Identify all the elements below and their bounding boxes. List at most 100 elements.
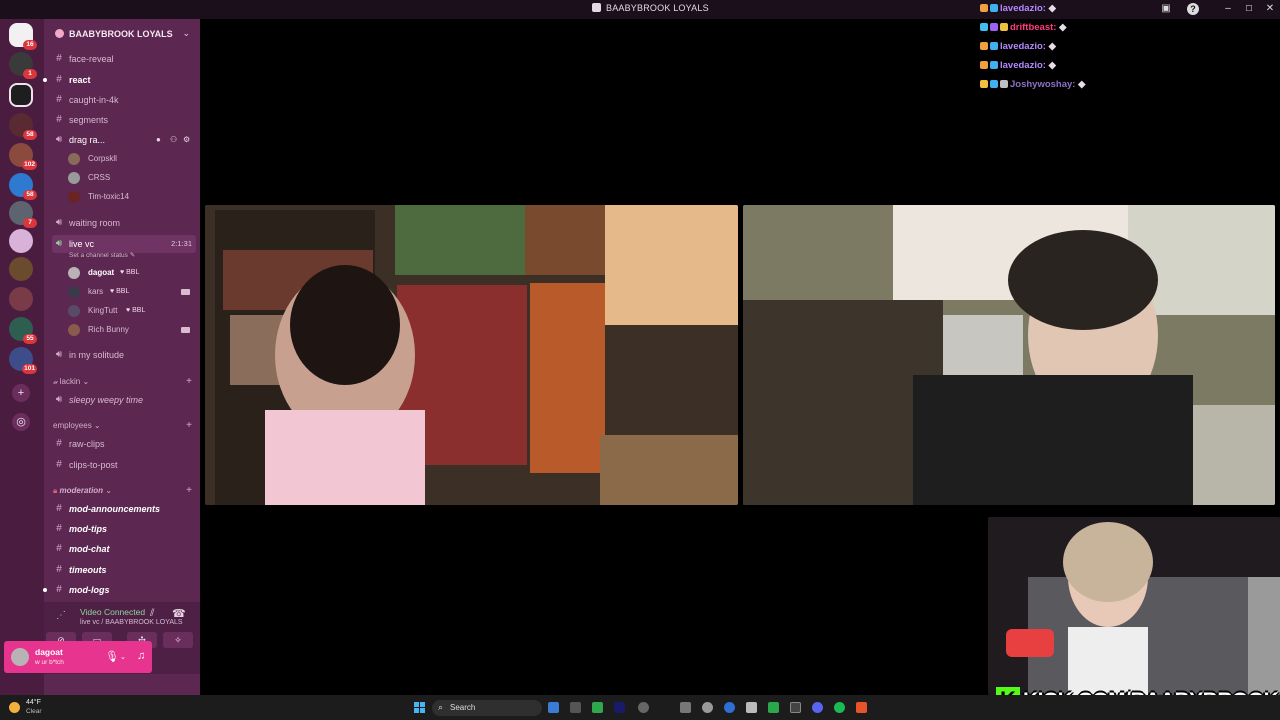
- badge-icon: [1000, 23, 1008, 31]
- user-panel: dagoat w ur b*tch 🎙︎ ⌄ ♫: [4, 641, 152, 673]
- discover-icon[interactable]: ◎: [12, 413, 30, 431]
- voice-user-name: kars: [88, 287, 104, 296]
- role-tag-text: BBL: [132, 307, 146, 314]
- avatar: [68, 172, 80, 184]
- server-icon[interactable]: [9, 229, 33, 253]
- app-icon[interactable]: [614, 702, 625, 713]
- emote-icon: ◆: [1048, 3, 1056, 14]
- unread-indicator: [43, 78, 47, 82]
- app-icon[interactable]: [790, 702, 801, 713]
- server-icon[interactable]: 55: [9, 317, 37, 344]
- chevron-down-icon[interactable]: ⌄: [120, 653, 126, 661]
- channel-mod-tips[interactable]: # mod-tips: [52, 520, 196, 538]
- direct-messages-icon[interactable]: 16: [9, 23, 37, 50]
- app-icon[interactable]: [768, 702, 779, 713]
- channel-timeouts[interactable]: # timeouts: [52, 561, 196, 579]
- server-icon[interactable]: [9, 287, 33, 311]
- discord-icon[interactable]: [812, 702, 823, 713]
- add-server-icon[interactable]: +: [12, 384, 30, 402]
- disconnect-icon[interactable]: ☎: [172, 607, 186, 620]
- channel-face-reveal[interactable]: # face-reveal: [52, 50, 196, 68]
- video-tile-participant[interactable]: [743, 205, 1275, 505]
- weather-icon[interactable]: [9, 702, 20, 713]
- connection-location[interactable]: live vc / BAABYBROOK LOYALS: [80, 619, 183, 626]
- server-icon[interactable]: 7: [9, 201, 37, 228]
- gear-icon[interactable]: ⚙: [183, 131, 190, 149]
- add-channel-icon[interactable]: +: [186, 420, 192, 431]
- chat-username: lavedazio:: [1000, 41, 1046, 52]
- server-icon[interactable]: [9, 257, 33, 281]
- app-icon[interactable]: [570, 702, 581, 713]
- voice-channel-sleepy[interactable]: 🔊︎ sleepy weepy time: [52, 391, 196, 409]
- avatar[interactable]: [11, 648, 29, 666]
- soundboard-button[interactable]: ✧: [163, 632, 193, 648]
- speaker-icon: 🔊︎: [55, 349, 63, 360]
- server-icon[interactable]: 101: [9, 347, 37, 374]
- channel-caught-in-4k[interactable]: # caught-in-4k: [52, 91, 196, 109]
- voice-user[interactable]: Rich Bunny: [68, 321, 190, 339]
- add-channel-icon[interactable]: +: [186, 485, 192, 496]
- spotify-icon[interactable]: [834, 702, 845, 713]
- badge-icon: [990, 61, 998, 69]
- channel-label: sleepy weepy time: [69, 395, 144, 405]
- close-icon[interactable]: ✕: [1264, 3, 1276, 15]
- app-icon[interactable]: [680, 702, 691, 713]
- channel-status[interactable]: Set a channel status ✎: [69, 251, 135, 259]
- channel-label: in my solitude: [69, 350, 125, 360]
- channel-mod-announcements[interactable]: # mod-announcements: [52, 500, 196, 518]
- channel-react[interactable]: # react: [43, 71, 196, 89]
- maximize-icon[interactable]: ☐: [1243, 3, 1255, 15]
- role-tag: ♥ BBL: [126, 307, 146, 314]
- app-icon[interactable]: [702, 702, 713, 713]
- server-icon[interactable]: 58: [9, 173, 37, 200]
- invite-icon[interactable]: ⚇: [170, 131, 177, 149]
- headphones-icon[interactable]: ♫: [137, 650, 145, 662]
- add-channel-icon[interactable]: +: [186, 376, 192, 387]
- server-icon[interactable]: 1: [9, 52, 37, 79]
- server-name: BAABYBROOK LOYALS: [69, 29, 173, 39]
- taskbar-search[interactable]: ⌕ Search: [432, 700, 542, 716]
- app-icon[interactable]: [592, 702, 603, 713]
- chat-message: lavedazio: ◆: [980, 58, 1056, 74]
- server-header[interactable]: BAABYBROOK LOYALS ⌄: [44, 19, 200, 47]
- chat-message: driftbeast: ◆: [980, 20, 1066, 36]
- app-icon[interactable]: [638, 702, 649, 713]
- category-label: moderation: [59, 486, 104, 495]
- voice-user[interactable]: kars ♥ BBL: [68, 283, 190, 301]
- channel-mod-logs[interactable]: # mod-logs: [43, 581, 196, 599]
- video-tile-participant[interactable]: [205, 205, 738, 505]
- channel-mod-chat[interactable]: # mod-chat: [52, 540, 196, 558]
- app-icon[interactable]: [746, 702, 757, 713]
- category-lackin[interactable]: 𝓊 lackin ⌄: [53, 375, 89, 389]
- category-moderation[interactable]: 🔒︎ moderation ⌄: [53, 484, 112, 498]
- channel-raw-clips[interactable]: # raw-clips: [52, 435, 196, 453]
- file-explorer-icon[interactable]: [548, 702, 559, 713]
- emote-icon: ◆: [1078, 79, 1086, 90]
- speaker-icon: 🔊︎: [55, 238, 63, 249]
- category-employees[interactable]: employees ⌄: [53, 419, 101, 433]
- server-icon-selected[interactable]: [9, 83, 33, 107]
- help-icon[interactable]: ?: [1187, 3, 1199, 15]
- server-icon[interactable]: 102: [9, 143, 37, 170]
- minimize-icon[interactable]: –: [1222, 3, 1234, 15]
- badge-icon: [980, 61, 988, 69]
- inbox-icon[interactable]: ▣: [1160, 3, 1172, 15]
- start-button[interactable]: [414, 702, 426, 714]
- channel-segments[interactable]: # segments: [52, 111, 196, 129]
- channel-label: raw-clips: [69, 439, 105, 449]
- channel-clips-to-post[interactable]: # clips-to-post: [52, 456, 196, 474]
- voice-channel-waiting-room[interactable]: 🔊︎ waiting room: [52, 214, 196, 232]
- user-name: dagoat: [35, 647, 63, 657]
- noise-suppression-icon[interactable]: ⫽: [150, 608, 154, 619]
- voice-channel-drag[interactable]: 🔊︎ drag ra... ● ⚇ ⚙: [52, 131, 196, 149]
- voice-channel-in-my-solitude[interactable]: 🔊︎ in my solitude: [52, 346, 196, 364]
- microphone-icon[interactable]: 🎙︎: [105, 650, 119, 663]
- brave-icon[interactable]: [856, 702, 867, 713]
- hash-icon: #: [56, 438, 62, 449]
- app-icon[interactable]: [724, 702, 735, 713]
- server-badge: 101: [22, 364, 37, 374]
- chat-icon[interactable]: ●: [156, 131, 161, 149]
- chevron-down-icon[interactable]: ⌄: [182, 28, 190, 39]
- server-icon[interactable]: 58: [9, 113, 37, 140]
- chat-username: lavedazio:: [1000, 60, 1046, 71]
